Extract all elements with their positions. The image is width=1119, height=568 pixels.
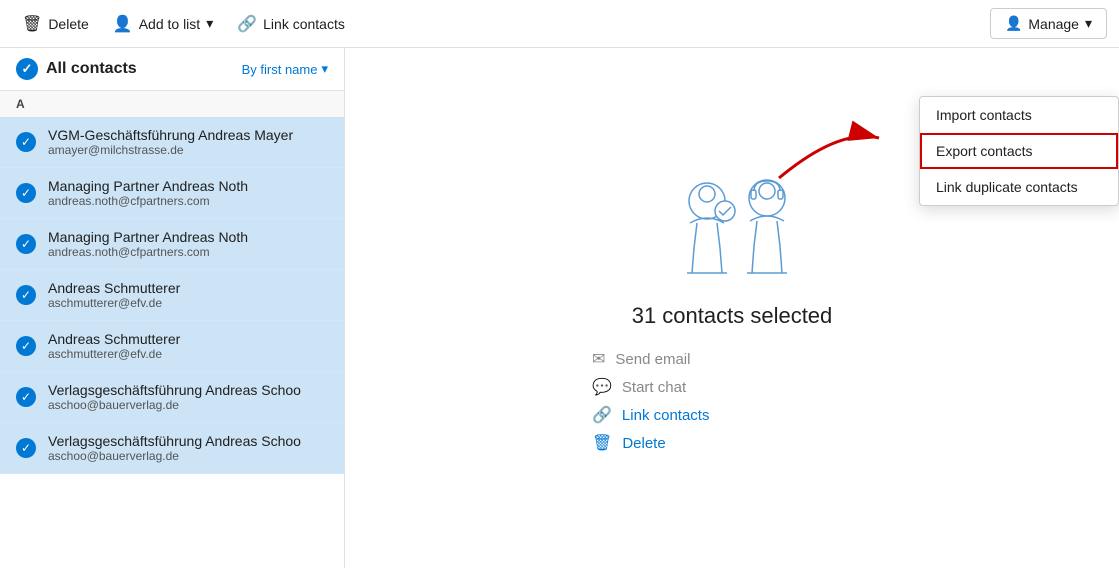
contact-check-icon: ✓ xyxy=(16,438,36,458)
contact-item[interactable]: ✓ Verlagsgeschäftsführung Andreas Schoo … xyxy=(0,372,344,423)
delete-label: Delete xyxy=(48,16,88,32)
contact-item[interactable]: ✓ Andreas Schmutterer aschmutterer@efv.d… xyxy=(0,321,344,372)
contact-email: aschmutterer@efv.de xyxy=(48,347,328,361)
contact-info: Andreas Schmutterer aschmutterer@efv.de xyxy=(48,280,328,310)
delete-button[interactable]: 🗑 Delete xyxy=(12,8,99,40)
start-chat-icon: 💬 xyxy=(592,377,612,397)
manage-chevron-icon: ▾ xyxy=(1085,15,1092,32)
all-contacts-title: All contacts xyxy=(46,60,137,78)
add-to-list-label: Add to list xyxy=(139,16,200,32)
contact-info: Managing Partner Andreas Noth andreas.no… xyxy=(48,229,328,259)
section-label-a: A xyxy=(0,91,344,117)
manage-person-icon: 👤 xyxy=(1005,15,1022,32)
contact-name: VGM-Geschäftsführung Andreas Mayer xyxy=(48,127,328,143)
manage-button[interactable]: 👤 Manage ▾ xyxy=(990,8,1107,39)
add-to-list-button[interactable]: 👤 Add to list ▾ xyxy=(103,8,223,40)
add-to-list-chevron-icon: ▾ xyxy=(206,15,213,32)
contact-name: Andreas Schmutterer xyxy=(48,331,328,347)
main-layout: ✓ All contacts By first name ▾ A ✓ VGM-G… xyxy=(0,48,1119,568)
sort-label: By first name xyxy=(242,62,318,77)
contact-info: VGM-Geschäftsführung Andreas Mayer amaye… xyxy=(48,127,328,157)
sidebar-header-left: ✓ All contacts xyxy=(16,58,137,80)
start-chat-label: Start chat xyxy=(622,379,686,396)
contact-check-icon: ✓ xyxy=(16,336,36,356)
contact-email: aschoo@bauerverlag.de xyxy=(48,398,328,412)
action-list: ✉ Send email 💬 Start chat 🔗 Link contact… xyxy=(592,349,872,453)
contact-check-icon: ✓ xyxy=(16,132,36,152)
contact-info: Andreas Schmutterer aschmutterer@efv.de xyxy=(48,331,328,361)
start-chat-action: 💬 Start chat xyxy=(592,377,872,397)
manage-label: Manage xyxy=(1028,16,1079,32)
contact-check-icon: ✓ xyxy=(16,387,36,407)
contact-item[interactable]: ✓ Managing Partner Andreas Noth andreas.… xyxy=(0,168,344,219)
manage-dropdown: Import contacts Export contacts Link dup… xyxy=(919,96,1119,206)
import-contacts-item[interactable]: Import contacts xyxy=(920,97,1118,133)
link-contacts-label: Link contacts xyxy=(263,16,345,32)
contact-info: Verlagsgeschäftsführung Andreas Schoo as… xyxy=(48,433,328,463)
link-contacts-button[interactable]: 🔗 Link contacts xyxy=(227,8,355,40)
send-email-action: ✉ Send email xyxy=(592,349,872,369)
delete-action-label: Delete xyxy=(622,435,665,452)
contact-check-icon: ✓ xyxy=(16,183,36,203)
sidebar-header: ✓ All contacts By first name ▾ xyxy=(0,48,344,91)
contact-name: Verlagsgeschäftsführung Andreas Schoo xyxy=(48,433,328,449)
contact-email: andreas.noth@cfpartners.com xyxy=(48,194,328,208)
selected-count: 31 contacts selected xyxy=(632,303,833,329)
add-to-list-icon: 👤 xyxy=(113,14,133,34)
contact-name: Verlagsgeschäftsführung Andreas Schoo xyxy=(48,382,328,398)
contacts-illustration xyxy=(632,163,832,283)
send-email-label: Send email xyxy=(615,351,690,368)
contact-email: aschoo@bauerverlag.de xyxy=(48,449,328,463)
contact-email: aschmutterer@efv.de xyxy=(48,296,328,310)
send-email-icon: ✉ xyxy=(592,349,605,369)
contact-item[interactable]: ✓ Verlagsgeschäftsführung Andreas Schoo … xyxy=(0,423,344,474)
contact-check-icon: ✓ xyxy=(16,285,36,305)
contact-name: Andreas Schmutterer xyxy=(48,280,328,296)
delete-action-icon: 🗑 xyxy=(592,433,612,453)
contact-item[interactable]: ✓ Andreas Schmutterer aschmutterer@efv.d… xyxy=(0,270,344,321)
link-contacts-icon: 🔗 xyxy=(237,14,257,34)
delete-icon: 🗑 xyxy=(22,14,42,34)
link-contacts-action-label: Link contacts xyxy=(622,407,710,424)
contact-info: Managing Partner Andreas Noth andreas.no… xyxy=(48,178,328,208)
all-contacts-check-icon: ✓ xyxy=(16,58,38,80)
contact-email: amayer@milchstrasse.de xyxy=(48,143,328,157)
main-content: 31 contacts selected ✉ Send email 💬 Star… xyxy=(345,48,1119,568)
link-contacts-action[interactable]: 🔗 Link contacts xyxy=(592,405,872,425)
contact-check-icon: ✓ xyxy=(16,234,36,254)
contact-item[interactable]: ✓ Managing Partner Andreas Noth andreas.… xyxy=(0,219,344,270)
contact-list: ✓ VGM-Geschäftsführung Andreas Mayer ama… xyxy=(0,117,344,474)
contact-name: Managing Partner Andreas Noth xyxy=(48,178,328,194)
sort-chevron-icon: ▾ xyxy=(321,61,328,77)
contact-info: Verlagsgeschäftsführung Andreas Schoo as… xyxy=(48,382,328,412)
link-duplicate-contacts-item[interactable]: Link duplicate contacts xyxy=(920,169,1118,205)
contact-email: andreas.noth@cfpartners.com xyxy=(48,245,328,259)
export-contacts-item[interactable]: Export contacts xyxy=(920,133,1118,169)
sidebar: ✓ All contacts By first name ▾ A ✓ VGM-G… xyxy=(0,48,345,568)
toolbar: 🗑 Delete 👤 Add to list ▾ 🔗 Link contacts… xyxy=(0,0,1119,48)
contact-item[interactable]: ✓ VGM-Geschäftsführung Andreas Mayer ama… xyxy=(0,117,344,168)
contact-name: Managing Partner Andreas Noth xyxy=(48,229,328,245)
link-contacts-action-icon: 🔗 xyxy=(592,405,612,425)
sort-button[interactable]: By first name ▾ xyxy=(242,61,328,77)
delete-action[interactable]: 🗑 Delete xyxy=(592,433,872,453)
